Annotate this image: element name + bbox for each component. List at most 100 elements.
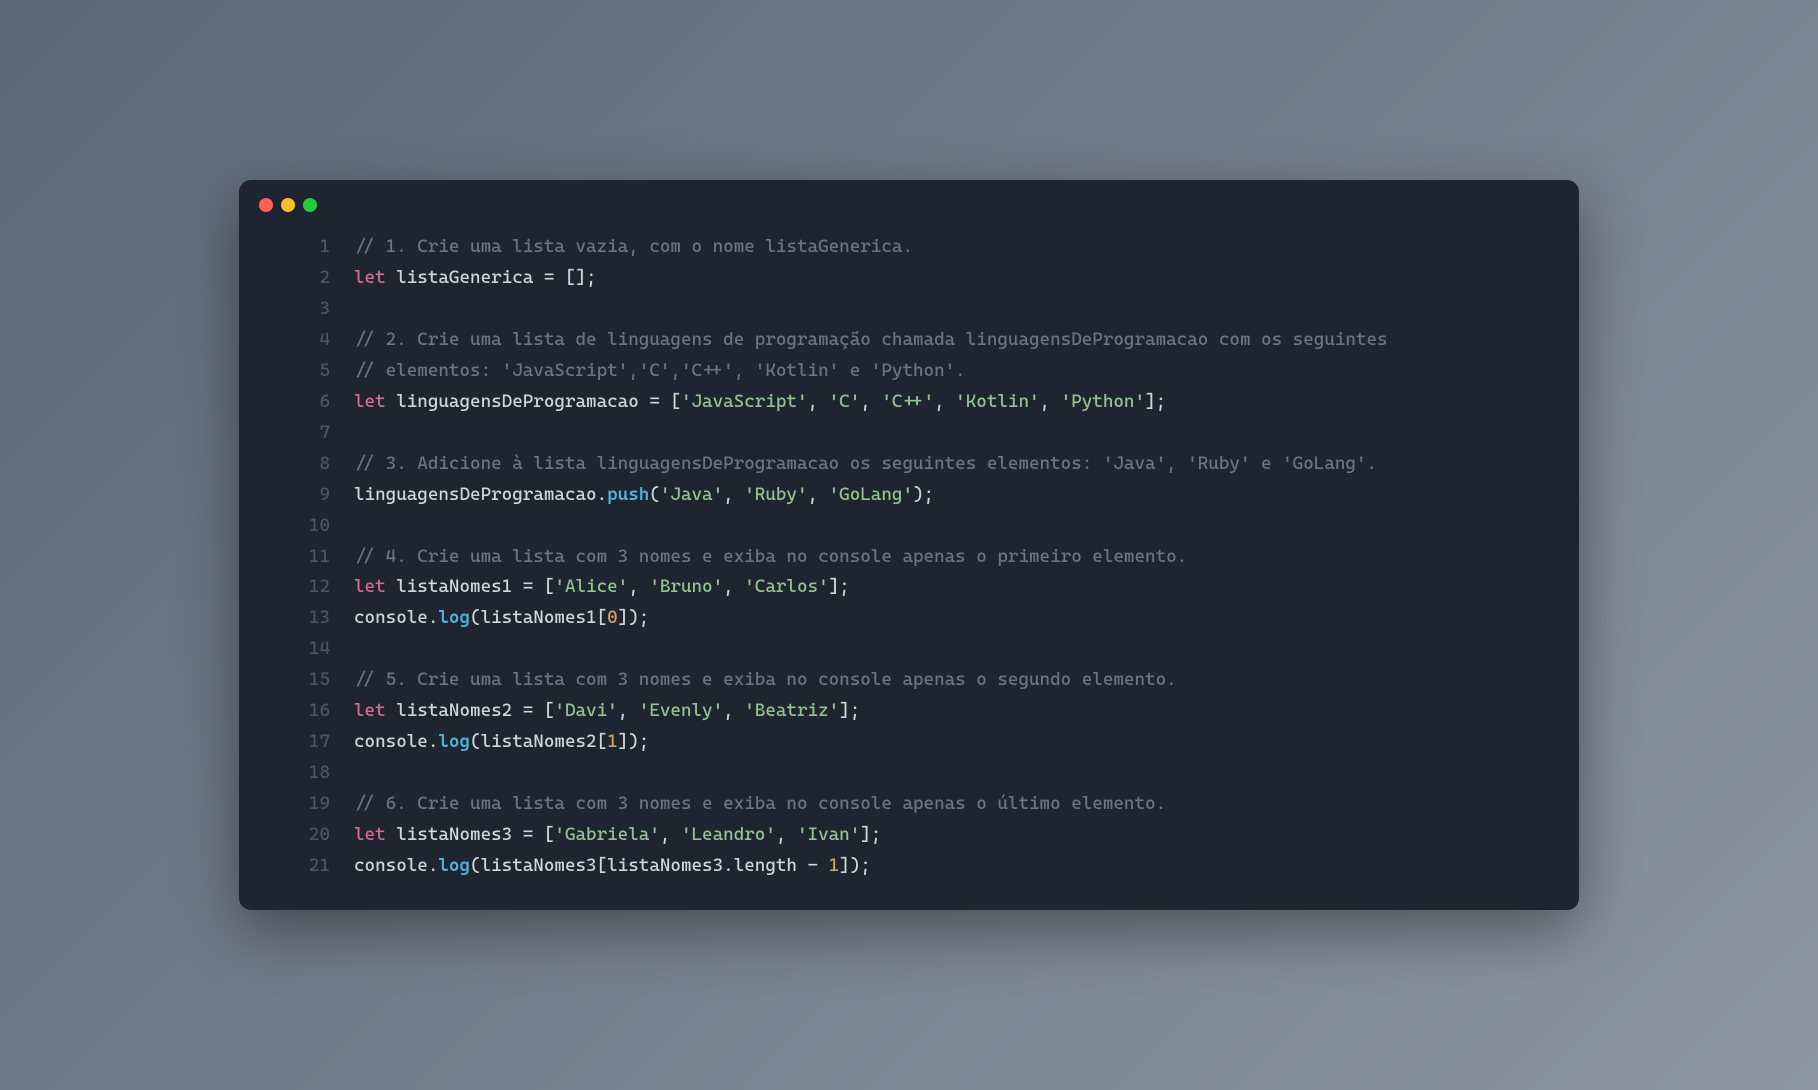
code-content[interactable] xyxy=(354,418,1579,449)
code-line[interactable]: 14 xyxy=(239,634,1579,665)
token-op: = xyxy=(523,824,534,845)
code-line[interactable]: 13console.log(listaNomes1[0]); xyxy=(239,603,1579,634)
window-titlebar xyxy=(239,180,1579,220)
code-line[interactable]: 2let listaGenerica = []; xyxy=(239,263,1579,294)
code-content[interactable]: let listaNomes3 = ['Gabriela', 'Leandro'… xyxy=(354,820,1579,851)
token-punct: ( xyxy=(649,484,660,505)
token-punct: [ xyxy=(533,700,554,721)
line-number: 9 xyxy=(239,480,354,511)
token-string: 'Carlos' xyxy=(744,576,828,597)
code-line[interactable]: 11// 4. Crie uma lista com 3 nomes e exi… xyxy=(239,542,1579,573)
code-line[interactable]: 5// elementos: 'JavaScript','C','C++', '… xyxy=(239,356,1579,387)
code-line[interactable]: 20let listaNomes3 = ['Gabriela', 'Leandr… xyxy=(239,820,1579,851)
code-content[interactable]: // 2. Crie uma lista de linguagens de pr… xyxy=(354,325,1579,356)
code-content[interactable]: // 6. Crie uma lista com 3 nomes e exiba… xyxy=(354,789,1579,820)
code-content[interactable] xyxy=(354,511,1579,542)
token-method: log xyxy=(438,731,470,752)
token-comment: // 3. Adicione à lista linguagensDeProgr… xyxy=(354,453,1377,474)
code-line[interactable]: 17console.log(listaNomes2[1]); xyxy=(239,727,1579,758)
line-number: 15 xyxy=(239,665,354,696)
token-string: 'Gabriela' xyxy=(554,824,659,845)
code-content[interactable]: // 4. Crie uma lista com 3 nomes e exiba… xyxy=(354,542,1579,573)
token-punct: , xyxy=(1040,391,1061,412)
token-comment: // 5. Crie uma lista com 3 nomes e exiba… xyxy=(354,669,1177,690)
code-line[interactable]: 16let listaNomes2 = ['Davi', 'Evenly', '… xyxy=(239,696,1579,727)
token-punct: , xyxy=(660,824,681,845)
code-editor[interactable]: 1// 1. Crie uma lista vazia, com o nome … xyxy=(239,220,1579,910)
line-number: 13 xyxy=(239,603,354,634)
code-content[interactable]: // 3. Adicione à lista linguagensDeProgr… xyxy=(354,449,1579,480)
token-keyword: let xyxy=(354,576,386,597)
line-number: 7 xyxy=(239,418,354,449)
code-content[interactable] xyxy=(354,634,1579,665)
code-line[interactable]: 15// 5. Crie uma lista com 3 nomes e exi… xyxy=(239,665,1579,696)
code-line[interactable]: 12let listaNomes1 = ['Alice', 'Bruno', '… xyxy=(239,572,1579,603)
code-line[interactable]: 1// 1. Crie uma lista vazia, com o nome … xyxy=(239,232,1579,263)
minimize-icon[interactable] xyxy=(281,198,295,212)
code-line[interactable]: 8// 3. Adicione à lista linguagensDeProg… xyxy=(239,449,1579,480)
token-string: 'C' xyxy=(829,391,861,412)
token-string: 'Python' xyxy=(1061,391,1145,412)
code-content[interactable]: let listaNomes2 = ['Davi', 'Evenly', 'Be… xyxy=(354,696,1579,727)
code-content[interactable]: console.log(listaNomes3[listaNomes3.leng… xyxy=(354,851,1579,882)
token-method: push xyxy=(607,484,649,505)
token-punct: ]; xyxy=(860,824,881,845)
code-line[interactable]: 7 xyxy=(239,418,1579,449)
code-window: 1// 1. Crie uma lista vazia, com o nome … xyxy=(239,180,1579,910)
token-var: listaNomes2 xyxy=(386,700,523,721)
token-punct: , xyxy=(776,824,797,845)
line-number: 20 xyxy=(239,820,354,851)
token-string: 'GoLang' xyxy=(829,484,913,505)
close-icon[interactable] xyxy=(259,198,273,212)
token-punct: ]); xyxy=(618,731,650,752)
token-string: 'Beatriz' xyxy=(744,700,839,721)
code-content[interactable]: linguagensDeProgramacao.push('Java', 'Ru… xyxy=(354,480,1579,511)
code-line[interactable]: 3 xyxy=(239,294,1579,325)
token-keyword: let xyxy=(354,267,386,288)
code-content[interactable]: let linguagensDeProgramacao = ['JavaScri… xyxy=(354,387,1579,418)
code-line[interactable]: 4// 2. Crie uma lista de linguagens de p… xyxy=(239,325,1579,356)
line-number: 4 xyxy=(239,325,354,356)
line-number: 11 xyxy=(239,542,354,573)
token-var: console. xyxy=(354,607,438,628)
code-content[interactable]: let listaNomes1 = ['Alice', 'Bruno', 'Ca… xyxy=(354,572,1579,603)
line-number: 1 xyxy=(239,232,354,263)
token-comment: // 1. Crie uma lista vazia, com o nome l… xyxy=(354,236,913,257)
line-number: 12 xyxy=(239,572,354,603)
token-num: 1 xyxy=(607,731,618,752)
code-line[interactable]: 10 xyxy=(239,511,1579,542)
code-content[interactable]: console.log(listaNomes1[0]); xyxy=(354,603,1579,634)
code-line[interactable]: 9linguagensDeProgramacao.push('Java', 'R… xyxy=(239,480,1579,511)
code-content[interactable] xyxy=(354,294,1579,325)
code-line[interactable]: 19// 6. Crie uma lista com 3 nomes e exi… xyxy=(239,789,1579,820)
token-num: 0 xyxy=(607,607,618,628)
token-punct: , xyxy=(618,700,639,721)
code-line[interactable]: 18 xyxy=(239,758,1579,789)
token-string: 'Evenly' xyxy=(639,700,723,721)
token-string: 'Leandro' xyxy=(681,824,776,845)
code-line[interactable]: 6let linguagensDeProgramacao = ['JavaScr… xyxy=(239,387,1579,418)
code-content[interactable]: // 1. Crie uma lista vazia, com o nome l… xyxy=(354,232,1579,263)
code-content[interactable] xyxy=(354,758,1579,789)
code-line[interactable]: 21console.log(listaNomes3[listaNomes3.le… xyxy=(239,851,1579,882)
token-var: listaGenerica xyxy=(386,267,544,288)
code-content[interactable]: // 5. Crie uma lista com 3 nomes e exiba… xyxy=(354,665,1579,696)
code-content[interactable]: let listaGenerica = []; xyxy=(354,263,1579,294)
token-punct: , xyxy=(860,391,881,412)
token-string: 'Ruby' xyxy=(744,484,807,505)
token-comment: // 4. Crie uma lista com 3 nomes e exiba… xyxy=(354,546,1187,567)
token-op: = xyxy=(523,576,534,597)
token-var: linguagensDeProgramacao. xyxy=(354,484,607,505)
token-punct: , xyxy=(808,391,829,412)
maximize-icon[interactable] xyxy=(303,198,317,212)
code-content[interactable]: console.log(listaNomes2[1]); xyxy=(354,727,1579,758)
token-op: - xyxy=(808,855,819,876)
token-num: 1 xyxy=(829,855,840,876)
token-var: listaNomes3 xyxy=(386,824,523,845)
code-content[interactable]: // elementos: 'JavaScript','C','C++', 'K… xyxy=(354,356,1579,387)
token-punct: , xyxy=(723,576,744,597)
token-punct: [ xyxy=(660,391,681,412)
token-punct: (listaNomes1[ xyxy=(470,607,607,628)
token-keyword: let xyxy=(354,700,386,721)
token-punct: ]); xyxy=(839,855,871,876)
